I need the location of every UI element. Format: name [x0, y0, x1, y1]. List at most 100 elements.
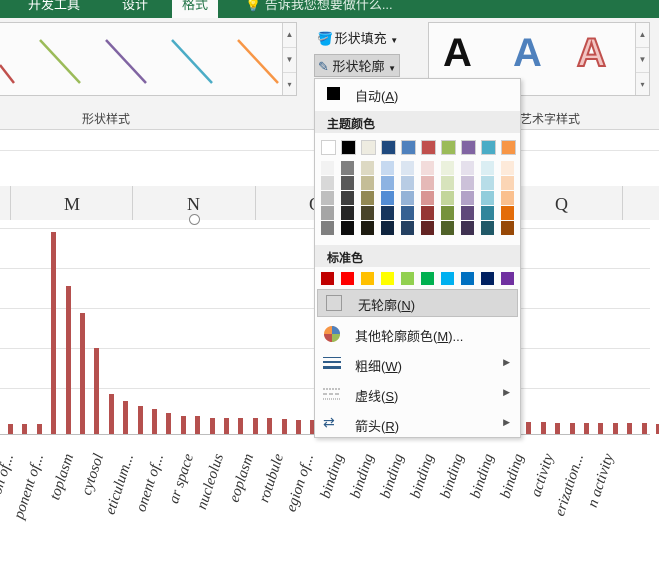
theme-shade-swatch[interactable] [341, 206, 354, 220]
line-style-purple[interactable] [105, 39, 147, 84]
chart-bar[interactable] [296, 420, 301, 434]
wordart-blue-a[interactable]: A [513, 31, 542, 76]
chart-bar[interactable] [152, 409, 157, 434]
column-header-m[interactable]: M [64, 194, 80, 215]
theme-shade-swatch[interactable] [401, 206, 414, 220]
standard-color-swatch[interactable] [321, 272, 334, 285]
chart-bar[interactable] [584, 423, 589, 434]
line-style-blue[interactable] [171, 39, 213, 84]
column-separator[interactable] [622, 186, 623, 220]
theme-shade-swatch[interactable] [361, 206, 374, 220]
chart-bar[interactable] [540, 422, 546, 434]
standard-color-swatch[interactable] [421, 272, 434, 285]
chart-bar[interactable] [108, 394, 114, 434]
theme-color-swatch[interactable] [501, 140, 516, 155]
theme-shade-swatch[interactable] [361, 191, 374, 205]
chart-bar[interactable] [569, 423, 575, 434]
chart-bar[interactable] [80, 313, 85, 434]
theme-shade-swatch[interactable] [481, 191, 494, 205]
theme-color-swatch[interactable] [381, 140, 396, 155]
chart-bar[interactable] [224, 417, 229, 434]
chart-bar[interactable] [123, 401, 129, 434]
standard-color-swatch[interactable] [381, 272, 394, 285]
shape-outline-button[interactable]: ✎ 形状轮廓 ▼ [314, 54, 401, 77]
auto-color-option[interactable]: 自动(A) [315, 81, 520, 107]
standard-color-swatch[interactable] [401, 272, 414, 285]
theme-shade-swatch[interactable] [421, 161, 434, 175]
theme-shade-swatch[interactable] [401, 221, 414, 235]
theme-shade-swatch[interactable] [461, 176, 474, 190]
standard-color-swatch[interactable] [501, 272, 514, 285]
chart-bar[interactable] [252, 417, 258, 434]
chart-bar[interactable] [51, 232, 57, 434]
chart-bar[interactable] [281, 419, 287, 434]
theme-shade-swatch[interactable] [341, 176, 354, 190]
tab-design[interactable]: 设计 [122, 0, 148, 18]
standard-color-swatch[interactable] [461, 272, 474, 285]
column-separator[interactable] [132, 186, 133, 220]
wordart-black-a[interactable]: A [443, 31, 472, 76]
weight-option[interactable]: 粗细(W) ▶ [315, 351, 520, 377]
chart-bar[interactable] [209, 417, 215, 434]
theme-shade-swatch[interactable] [421, 176, 434, 190]
theme-color-swatch[interactable] [421, 140, 436, 155]
chart-bar[interactable] [137, 406, 143, 434]
theme-shade-swatch[interactable] [421, 221, 434, 235]
chart-bar[interactable] [267, 417, 273, 434]
wordart-red-a[interactable]: A [576, 30, 607, 76]
tell-me-box[interactable]: 💡 告诉我您想要做什么... [245, 0, 393, 13]
theme-shade-swatch[interactable] [321, 191, 334, 205]
theme-shade-swatch[interactable] [461, 206, 474, 220]
theme-shade-swatch[interactable] [341, 191, 354, 205]
theme-shade-swatch[interactable] [401, 191, 414, 205]
shape-styles-gallery[interactable]: ▲ ▼ ▾ [0, 22, 297, 96]
theme-shade-swatch[interactable] [481, 206, 494, 220]
chart-bar[interactable] [180, 415, 186, 434]
theme-shade-swatch[interactable] [461, 221, 474, 235]
gallery-scroll-down-icon[interactable]: ▼ [283, 48, 296, 73]
theme-color-swatch[interactable] [441, 140, 456, 155]
line-style-green[interactable] [39, 39, 81, 84]
theme-shade-swatch[interactable] [321, 206, 334, 220]
theme-shade-swatch[interactable] [441, 221, 454, 235]
line-style-orange[interactable] [237, 39, 279, 84]
theme-shade-swatch[interactable] [321, 221, 334, 235]
gallery-scroll-up-icon[interactable]: ▲ [283, 23, 296, 48]
column-separator[interactable] [10, 186, 11, 220]
theme-shade-swatch[interactable] [501, 221, 514, 235]
chart-bar[interactable] [612, 423, 618, 434]
theme-shade-swatch[interactable] [321, 161, 334, 175]
theme-color-swatch[interactable] [341, 140, 356, 155]
chart-bar[interactable] [641, 423, 647, 434]
theme-shade-swatch[interactable] [441, 161, 454, 175]
theme-shade-swatch[interactable] [321, 176, 334, 190]
wordart-more-icon[interactable]: ▾ [636, 73, 649, 97]
chart-bar[interactable] [36, 424, 42, 434]
chart-bar[interactable] [598, 423, 604, 434]
chart-bar[interactable] [555, 423, 561, 434]
theme-shade-swatch[interactable] [421, 191, 434, 205]
theme-shade-swatch[interactable] [361, 221, 374, 235]
theme-shade-swatch[interactable] [421, 206, 434, 220]
theme-shade-swatch[interactable] [381, 206, 394, 220]
chart-bar[interactable] [22, 424, 28, 434]
gallery-more-icon[interactable]: ▾ [283, 73, 296, 97]
chart-bar[interactable] [627, 423, 633, 434]
theme-shade-swatch[interactable] [501, 161, 514, 175]
column-separator[interactable] [255, 186, 256, 220]
theme-shade-swatch[interactable] [341, 221, 354, 235]
theme-shade-swatch[interactable] [441, 206, 454, 220]
shape-fill-button[interactable]: 🪣 形状填充 ▼ [317, 28, 398, 47]
more-outline-colors-option[interactable]: 其他轮廓颜色(M)... [315, 321, 520, 347]
theme-color-swatch[interactable] [401, 140, 416, 155]
theme-color-swatch[interactable] [481, 140, 496, 155]
theme-shade-swatch[interactable] [381, 221, 394, 235]
chart-bar[interactable] [238, 417, 244, 434]
theme-shade-swatch[interactable] [341, 161, 354, 175]
column-header-q[interactable]: Q [555, 194, 568, 215]
theme-shade-swatch[interactable] [481, 221, 494, 235]
theme-color-swatch[interactable] [361, 140, 376, 155]
column-header-n[interactable]: N [187, 194, 200, 215]
theme-shade-swatch[interactable] [361, 176, 374, 190]
theme-shade-swatch[interactable] [501, 206, 514, 220]
